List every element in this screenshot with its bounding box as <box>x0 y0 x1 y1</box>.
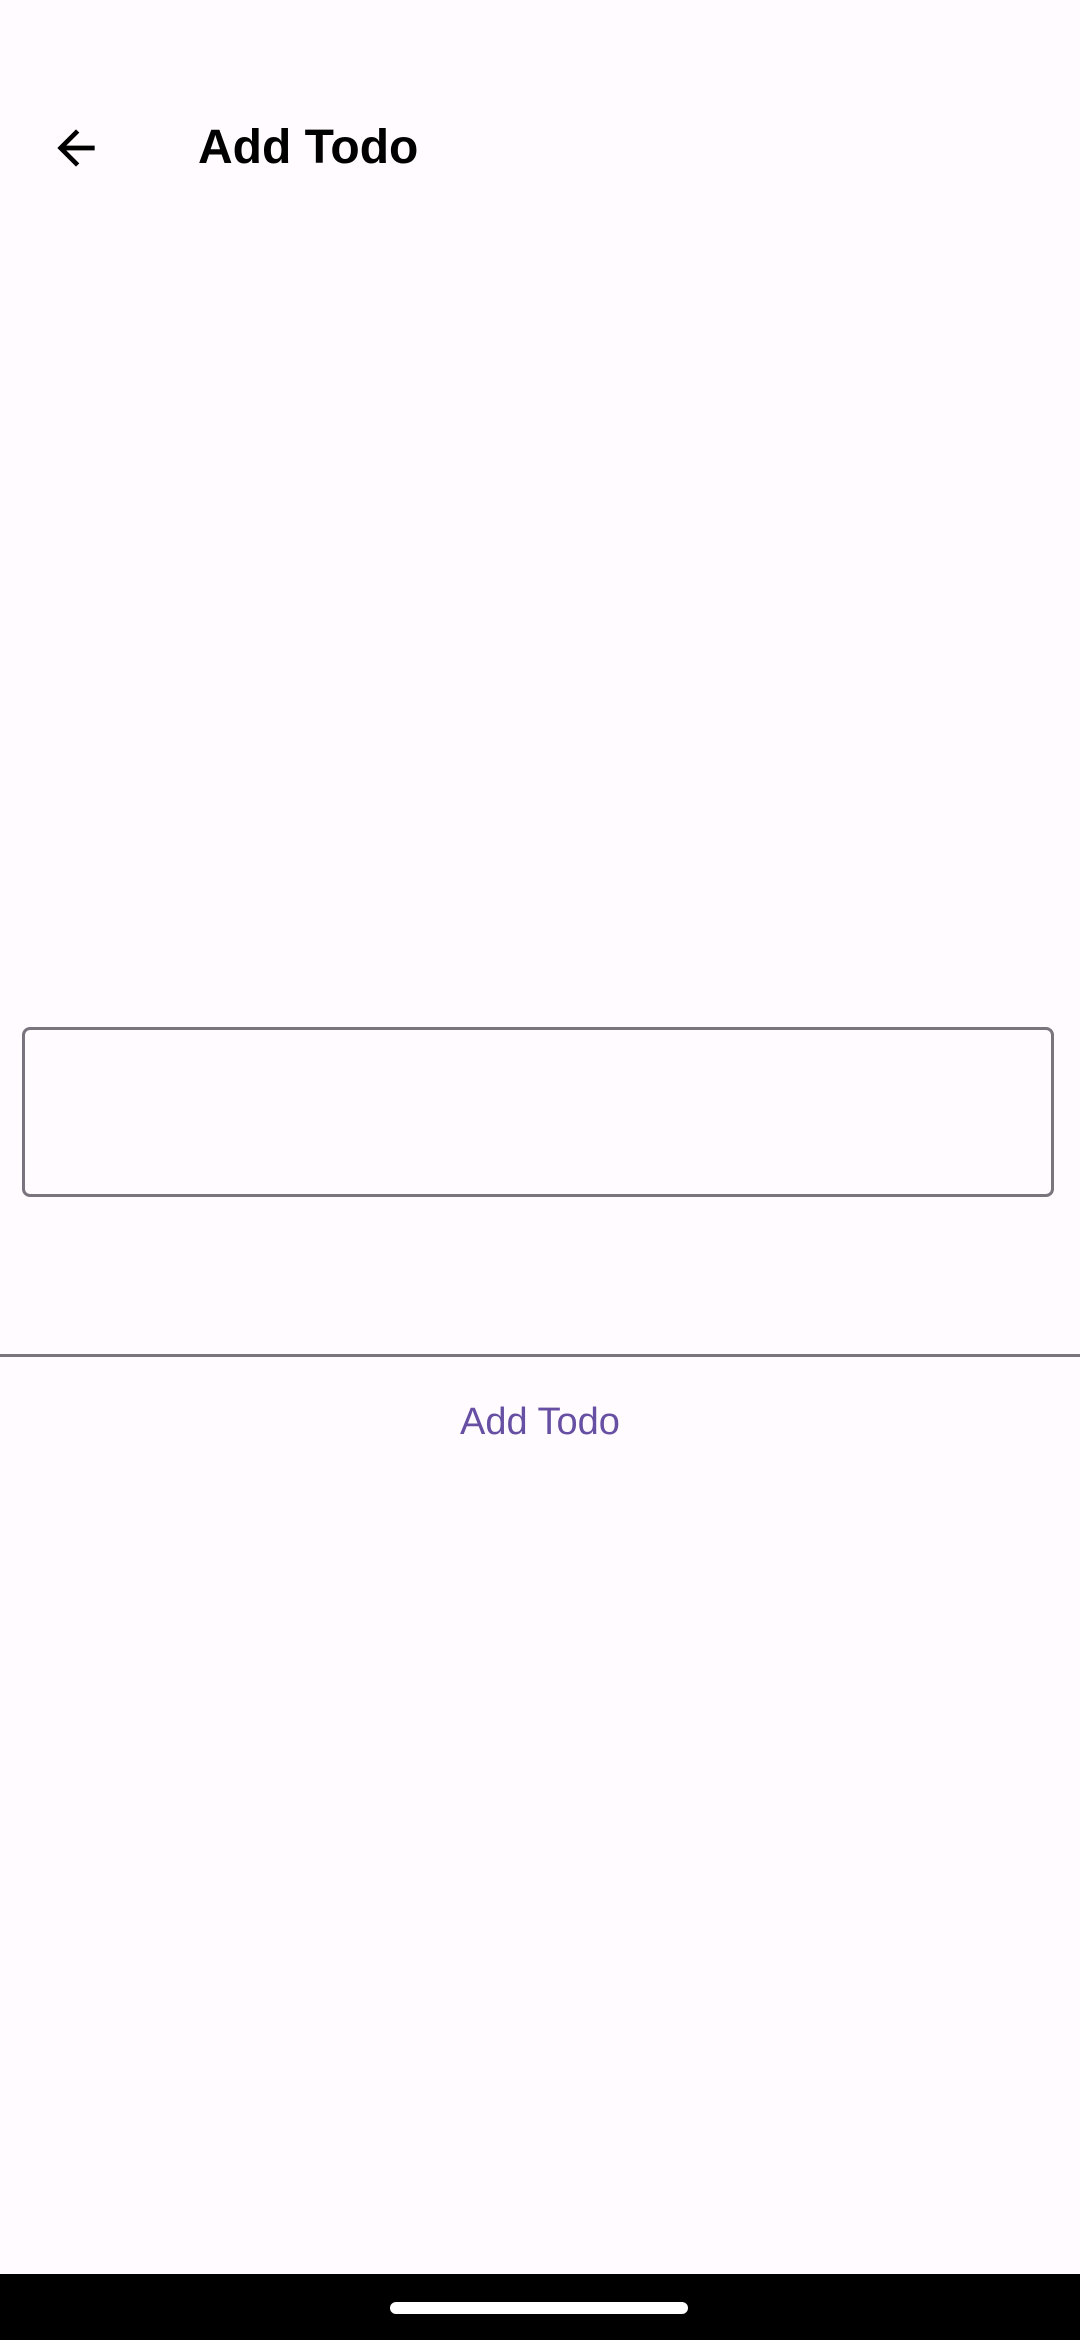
todo-text-field[interactable] <box>22 1027 1054 1197</box>
wifi-icon <box>914 16 944 46</box>
todo-input[interactable] <box>45 1030 1039 1196</box>
divider <box>0 1354 1080 1357</box>
battery-icon <box>1010 16 1040 46</box>
home-gesture-handle[interactable] <box>390 2302 688 2314</box>
status-icons <box>914 16 1040 46</box>
add-todo-button[interactable]: Add Todo <box>0 1370 1080 1474</box>
signal-icon <box>962 16 992 46</box>
back-button[interactable] <box>36 108 116 188</box>
system-navigation-bar <box>0 2274 1080 2340</box>
top-app-bar: Add Todo <box>0 80 1080 208</box>
page-title: Add Todo <box>198 121 419 174</box>
status-bar: 10:06 <box>0 0 1080 64</box>
arrow-back-icon <box>57 129 95 167</box>
status-clock: 10:06 <box>24 14 110 52</box>
